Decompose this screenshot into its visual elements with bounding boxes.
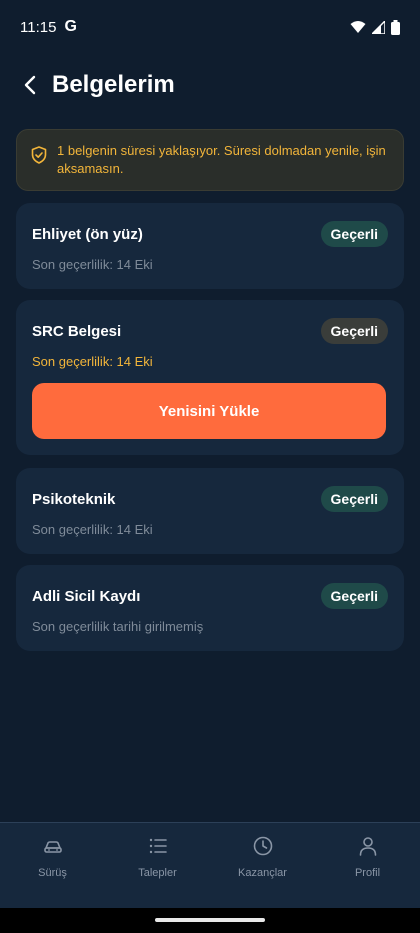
nav-label: Sürüş: [38, 867, 67, 879]
app-header: Belgelerim: [0, 60, 420, 110]
list-icon: [149, 838, 167, 854]
gesture-handle[interactable]: [155, 918, 265, 922]
status-icons: [350, 19, 400, 35]
document-name: Ehliyet (ön yüz): [32, 225, 143, 243]
nav-label: Talepler: [138, 867, 177, 879]
status-time: 11:15: [20, 18, 57, 36]
document-expiry: Son geçerlilik tarihi girilmemiş: [32, 619, 204, 634]
document-name: Psikoteknik: [32, 490, 116, 508]
user-icon: [359, 837, 376, 856]
document-card-psikoteknik[interactable]: Psikoteknik Geçerli Son geçerlilik: 14 E…: [16, 468, 404, 554]
nav-label: Profil: [354, 867, 381, 879]
document-expiry: Son geçerlilik: 14 Eki: [32, 257, 153, 272]
document-expiry: Son geçerlilik: 14 Eki: [32, 522, 153, 537]
nav-label: Kazançlar: [238, 867, 287, 879]
nav-item-profil[interactable]: Profil: [315, 823, 420, 908]
car-icon: [43, 841, 62, 853]
back-button[interactable]: [16, 71, 44, 99]
nav-item-talepler[interactable]: Talepler: [105, 823, 210, 908]
document-card-adli-sicil[interactable]: Adli Sicil Kaydı Geçerli Son geçerlilik …: [16, 565, 404, 651]
signal-icon: [372, 20, 385, 34]
document-expiry: Son geçerlilik: 14 Eki: [32, 354, 153, 369]
bottom-nav: Sürüş Talepler Kazançlar Profil: [0, 822, 420, 908]
google-icon: G: [64, 18, 77, 35]
status-badge: Geçerli: [320, 486, 388, 512]
status-bar: 11:15 G: [0, 0, 420, 54]
page-title: Belgelerim: [52, 71, 175, 98]
chevron-left-icon: [24, 75, 36, 95]
document-name: SRC Belgesi: [32, 322, 122, 340]
warning-text: 1 belgenin süresi yaklaşıyor. Süresi dol…: [57, 143, 386, 176]
shield-check-icon: [31, 146, 47, 164]
clock-icon: [253, 836, 272, 856]
wifi-icon: [350, 21, 366, 33]
battery-icon: [391, 19, 400, 35]
document-card-src[interactable]: SRC Belgesi Geçerli Son geçerlilik: 14 E…: [16, 300, 404, 455]
status-badge: Geçerli: [320, 583, 388, 609]
document-name: Adli Sicil Kaydı: [32, 587, 141, 605]
expiry-warning-banner: 1 belgenin süresi yaklaşıyor. Süresi dol…: [16, 129, 404, 191]
nav-item-kazanclar[interactable]: Kazançlar: [210, 823, 315, 908]
gesture-bar: [0, 908, 420, 933]
document-card-ehliyet[interactable]: Ehliyet (ön yüz) Geçerli Son geçerlilik:…: [16, 203, 404, 289]
nav-item-surus[interactable]: Sürüş: [0, 823, 105, 908]
upload-new-button[interactable]: Yenisini Yükle: [32, 383, 386, 439]
status-badge: Geçerli: [320, 221, 388, 247]
status-badge: Geçerli: [320, 318, 388, 344]
